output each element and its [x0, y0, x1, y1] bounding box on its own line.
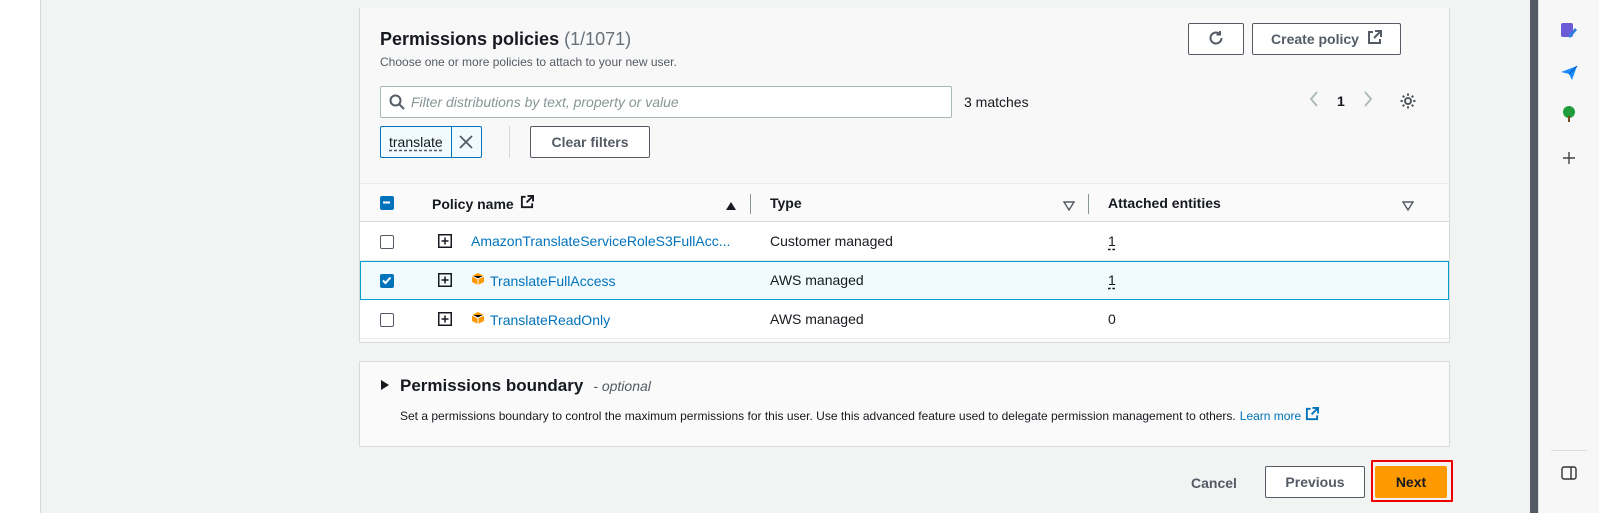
highlight-box	[1371, 460, 1453, 502]
sort-ascending-icon[interactable]	[725, 198, 737, 216]
attached-entities[interactable]: 1	[1108, 272, 1116, 288]
divider	[509, 126, 510, 158]
column-header-attached-entities[interactable]: Attached entities	[1108, 195, 1221, 211]
expand-icon[interactable]	[438, 234, 452, 248]
cancel-button[interactable]: Cancel	[1191, 475, 1237, 491]
panel-header: Permissions policies (1/1071) Choose one…	[360, 8, 1449, 183]
sidebar-toggle-icon[interactable]	[1559, 463, 1579, 483]
caret-right-icon	[380, 376, 390, 396]
attached-entities: 0	[1108, 311, 1116, 327]
scrollbar[interactable]	[1530, 0, 1538, 513]
panel-description: Choose one or more policies to attach to…	[380, 55, 677, 69]
create-policy-button[interactable]: Create policy	[1252, 23, 1401, 55]
add-icon[interactable]	[1559, 148, 1579, 168]
policy-type: AWS managed	[770, 311, 864, 327]
column-separator	[1088, 194, 1089, 214]
policy-name: TranslateFullAccess	[490, 272, 616, 289]
table-row[interactable]: AmazonTranslateServiceRoleS3FullAcc... C…	[360, 222, 1449, 261]
external-link-icon	[520, 195, 534, 212]
column-header-policy-name[interactable]: Policy name	[432, 195, 534, 212]
search-icon	[389, 94, 405, 110]
row-checkbox[interactable]	[380, 235, 394, 249]
external-link-icon	[1367, 30, 1382, 48]
sidebar-divider	[1551, 450, 1587, 451]
current-page[interactable]: 1	[1337, 93, 1345, 109]
expand-icon[interactable]	[438, 312, 452, 326]
boundary-title: Permissions boundary	[400, 376, 584, 395]
table-header: Policy name Type Attached entities	[360, 183, 1449, 222]
attached-entities[interactable]: 1	[1108, 233, 1116, 249]
permissions-boundary-toggle[interactable]: Permissions boundary - optional	[380, 376, 651, 396]
sort-icon[interactable]	[1062, 198, 1076, 216]
boundary-description: Set a permissions boundary to control th…	[400, 407, 1320, 424]
remove-filter-icon[interactable]	[450, 127, 481, 157]
row-checkbox[interactable]	[380, 313, 394, 327]
boundary-optional: - optional	[593, 378, 651, 394]
settings-gear-icon[interactable]	[1399, 92, 1417, 110]
policies-table: Policy name Type Attached entities Amazo…	[360, 183, 1449, 339]
row-checkbox[interactable]	[380, 274, 394, 288]
permissions-policies-panel: Permissions policies (1/1071) Choose one…	[359, 8, 1450, 343]
external-link-icon[interactable]	[1305, 407, 1320, 424]
previous-button[interactable]: Previous	[1265, 466, 1365, 498]
aws-managed-cube-icon	[471, 272, 485, 289]
filter-token-label: translate	[389, 134, 443, 150]
matches-count: 3 matches	[964, 94, 1029, 110]
column-header-label: Policy name	[432, 195, 514, 212]
create-policy-label: Create policy	[1271, 31, 1359, 47]
column-header-type[interactable]: Type	[770, 195, 802, 211]
browser-sidebar	[1538, 0, 1599, 513]
sort-icon[interactable]	[1401, 198, 1415, 216]
policy-count: (1/1071)	[564, 29, 632, 49]
aws-managed-cube-icon	[471, 311, 485, 328]
refresh-icon	[1207, 29, 1225, 50]
policy-name: TranslateReadOnly	[490, 311, 611, 328]
column-separator	[750, 194, 751, 214]
policy-type: AWS managed	[770, 272, 864, 288]
table-row[interactable]: TranslateReadOnly AWS managed 0	[360, 300, 1449, 339]
policy-type: Customer managed	[770, 233, 893, 249]
panel-title-text: Permissions policies	[380, 29, 560, 49]
page: Permissions policies (1/1071) Choose one…	[0, 0, 1599, 513]
search-box[interactable]	[380, 86, 952, 118]
chevron-left-icon[interactable]	[1309, 91, 1319, 110]
refresh-button[interactable]	[1188, 23, 1244, 55]
learn-more-link[interactable]: Learn more	[1240, 409, 1301, 423]
search-input[interactable]	[411, 94, 931, 110]
tree-icon[interactable]	[1559, 104, 1579, 124]
policy-name-link[interactable]: TranslateFullAccess	[471, 272, 616, 289]
permissions-boundary-section: Permissions boundary - optional Set a pe…	[359, 361, 1450, 447]
select-all-checkbox[interactable]	[380, 196, 394, 210]
policy-name-link[interactable]: AmazonTranslateServiceRoleS3FullAcc...	[471, 233, 730, 249]
send-icon[interactable]	[1559, 63, 1579, 83]
clear-filters-button[interactable]: Clear filters	[530, 126, 650, 158]
policy-name: AmazonTranslateServiceRoleS3FullAcc...	[471, 233, 731, 249]
chevron-right-icon[interactable]	[1363, 91, 1373, 110]
expand-icon[interactable]	[438, 273, 452, 287]
policy-name-link[interactable]: TranslateReadOnly	[471, 311, 610, 328]
panel-title: Permissions policies (1/1071)	[380, 29, 631, 50]
pagination: 1	[1309, 91, 1417, 110]
filter-token: translate	[380, 126, 482, 158]
edit-tool-icon[interactable]	[1559, 21, 1579, 41]
boundary-description-text: Set a permissions boundary to control th…	[400, 408, 1236, 423]
table-row[interactable]: TranslateFullAccess AWS managed 1	[360, 261, 1449, 300]
